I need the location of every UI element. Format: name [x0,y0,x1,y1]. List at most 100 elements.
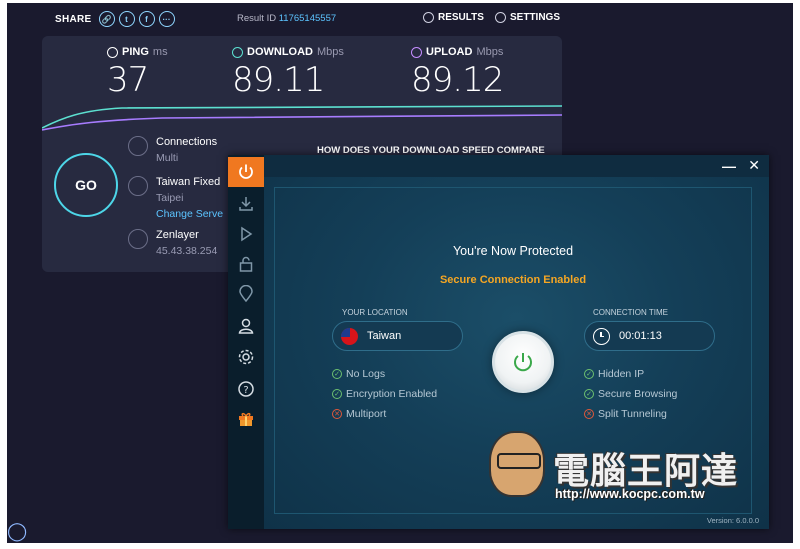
feature-label: Multiport [346,408,387,420]
help-icon: ? [238,381,254,397]
speed-graph [42,105,562,131]
feature-split-tunneling: ✕ Split Tunneling [584,408,667,420]
svg-text:?: ? [243,385,248,396]
share-bar: SHARE 🔗 t f ··· [55,11,175,27]
results-label: RESULTS [438,12,484,23]
ping-unit: ms [152,46,168,58]
upload-metric: UPLOAD Mbps 89.12 [411,46,504,100]
sidebar-item-account[interactable] [228,311,264,341]
download-value: 89.11 [232,60,325,100]
feature-secure-browsing: ✓ Secure Browsing [584,388,677,400]
feature-multiport: ✕ Multiport [332,408,386,420]
connection-time-value: 00:01:13 [619,330,662,342]
result-id-link[interactable]: 11765145557 [279,13,336,24]
sidebar-item-lock[interactable] [228,249,264,279]
sidebar-item-help[interactable]: ? [228,374,264,404]
location-selector[interactable]: Taiwan [332,321,463,351]
feature-label: Hidden IP [598,368,645,380]
isp-title: Taiwan Fixed [156,176,221,188]
feature-encryption: ✓ Encryption Enabled [332,388,437,400]
feature-label: Encryption Enabled [346,388,438,400]
vpn-sidebar: ? [228,155,264,529]
connection-time-display: 00:01:13 [584,321,715,351]
minimize-icon[interactable]: — [722,158,736,174]
lock-icon [239,256,253,272]
result-id: Result ID 11765145557 [237,13,336,24]
link-icon[interactable]: 🔗 [98,11,115,27]
download-unit: Mbps [317,46,344,58]
ping-value: 37 [107,60,149,100]
user-icon [238,318,254,334]
check-circle-icon: ✓ [584,369,594,379]
connection-time-label: CONNECTION TIME [593,308,668,317]
upload-label: UPLOAD [426,46,473,58]
gauge-decoration-icon: ◯ [7,521,28,541]
sidebar-item-play[interactable] [228,219,264,249]
feature-label: Secure Browsing [598,388,678,400]
ping-icon [107,46,118,58]
sidebar-item-power[interactable] [228,157,264,187]
connections-value: Multi [156,152,179,164]
settings-button[interactable]: SETTINGS [495,12,560,23]
close-icon[interactable]: ✕ [748,157,760,174]
sidebar-item-download[interactable] [228,189,264,219]
watermark-url: http://www.kocpc.com.tw [555,487,705,501]
connections-icon [128,136,148,156]
x-circle-icon: ✕ [584,409,594,419]
feature-label: Split Tunneling [598,408,667,420]
x-circle-icon: ✕ [332,409,342,419]
gear-icon [495,12,506,23]
power-icon [514,353,532,372]
taiwan-flag-icon [341,327,358,345]
secure-connection-status: Secure Connection Enabled [439,274,587,286]
check-circle-icon [423,12,434,23]
facebook-icon[interactable]: f [138,11,155,27]
change-server-link[interactable]: Change Serve [156,208,223,220]
watermark-mascot-icon [489,431,545,497]
check-circle-icon: ✓ [332,369,342,379]
host-info: Zenlayer 45.43.38.254 [128,229,217,257]
speedtest-topbar: SHARE 🔗 t f ··· Result ID 11765145557 RE… [7,3,793,35]
download-icon [232,46,243,58]
download-label: DOWNLOAD [247,46,313,58]
sidebar-item-settings[interactable] [228,342,264,372]
results-button[interactable]: RESULTS [423,12,484,23]
download-icon [239,197,253,211]
twitter-icon[interactable]: t [118,11,135,27]
feature-no-logs: ✓ No Logs [332,368,385,380]
upload-unit: Mbps [476,46,504,58]
host-ip: 45.43.38.254 [156,245,218,257]
ping-label: PING [122,46,149,58]
ip-icon [239,285,253,303]
ping-metric: PING ms 37 [107,46,168,100]
upload-value: 89.12 [411,60,504,100]
feature-label: No Logs [346,368,386,380]
globe-icon [128,176,148,196]
isp-info: Taiwan Fixed Taipei Change Serve [128,176,223,220]
check-circle-icon: ✓ [584,389,594,399]
user-icon [128,229,148,249]
result-id-label: Result ID [237,13,277,24]
feature-hidden-ip: ✓ Hidden IP [584,368,644,380]
connections-title: Connections [156,136,218,148]
sidebar-item-ip[interactable] [228,279,264,309]
clock-icon [593,327,610,345]
gear-icon [238,349,254,365]
power-icon [239,164,253,179]
vpn-titlebar: — ✕ [264,155,769,177]
connections-info: Connections Multi [128,136,217,164]
location-label: YOUR LOCATION [342,308,408,317]
check-circle-icon: ✓ [332,389,342,399]
app-version: Version: 6.0.0.0 [706,516,759,525]
protection-status-title: You're Now Protected [452,244,574,258]
gift-icon [239,412,253,426]
settings-label: SETTINGS [510,12,561,23]
play-icon [241,226,253,242]
location-value: Taiwan [367,330,402,342]
host-title: Zenlayer [156,229,199,241]
connect-power-button[interactable] [492,331,554,393]
go-button[interactable]: GO [54,153,118,217]
share-label: SHARE [55,13,92,25]
sidebar-item-gift[interactable] [228,404,264,434]
more-icon[interactable]: ··· [158,11,175,27]
